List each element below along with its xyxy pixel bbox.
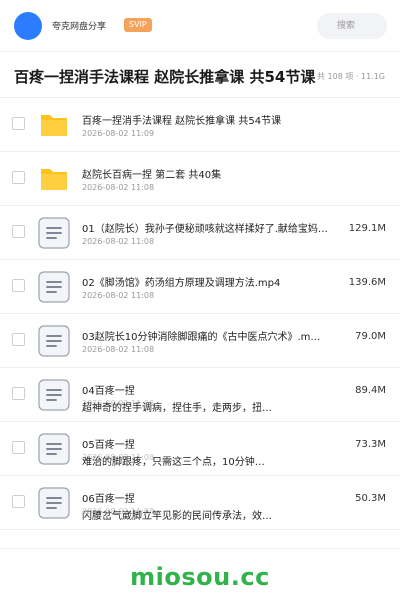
row-checkbox[interactable] <box>12 441 25 454</box>
row-checkbox[interactable] <box>12 279 25 292</box>
row-checkbox[interactable] <box>12 117 25 130</box>
file-size: 50.3M <box>355 493 386 504</box>
list-item[interactable]: 05百疼一捏 2026-08-02 11:08 难治的脚跟疼，只需这三个点，10… <box>0 422 400 476</box>
file-size: 139.6M <box>348 277 386 288</box>
list-item[interactable]: 02《脚汤馆》药汤组方原理及调理方法.mp4 2026-08-02 11:08 … <box>0 260 400 314</box>
document-icon <box>38 433 70 465</box>
file-name-line2: 超神奇的捏手调病，捏住手，走两步，扭… <box>82 403 272 414</box>
file-name: 赵院长百病一捏 第二套 共40集 <box>82 170 222 181</box>
file-name: 06百疼一捏 <box>82 494 135 505</box>
footer: miosou.cc <box>0 548 400 600</box>
sharer-name: 夸克网盘分享 <box>52 22 107 32</box>
folder-icon <box>41 169 67 190</box>
file-name: 04百疼一捏 <box>82 386 135 397</box>
folder-icon <box>41 115 67 136</box>
file-size: 73.3M <box>355 439 386 450</box>
list-item[interactable]: 百疼一捏消手法课程 赵院长推拿课 共54节课 2026-08-02 11:09 <box>0 98 400 152</box>
search-input[interactable]: 搜索 <box>317 13 387 39</box>
file-name-line2: 闪腰岔气崴脚立竿见影的民间传承法，效… <box>82 511 272 522</box>
file-size: 79.0M <box>355 331 386 342</box>
share-meta: 共 108 项 · 11.1G <box>317 72 385 81</box>
row-checkbox[interactable] <box>12 387 25 400</box>
list-item[interactable]: 03赵院长10分钟消除脚跟痛的《古中医点穴术》.m… 2026-08-02 11… <box>0 314 400 368</box>
svip-badge: SVIP <box>124 18 152 32</box>
file-date: 2026-08-02 11:08 <box>82 183 155 192</box>
file-size: 129.1M <box>348 223 386 234</box>
share-title-row: 百疼一捏消手法课程 赵院长推拿课 共54节课 共 108 项 · 11.1G <box>0 52 400 98</box>
document-icon <box>38 217 70 249</box>
row-checkbox[interactable] <box>12 333 25 346</box>
file-date: 2026-08-02 11:09 <box>82 129 155 138</box>
file-name: 02《脚汤馆》药汤组方原理及调理方法.mp4 <box>82 278 281 289</box>
file-name: 03赵院长10分钟消除脚跟痛的《古中医点穴术》.m… <box>82 332 321 343</box>
file-name-line2: 难治的脚跟疼，只需这三个点，10分钟… <box>82 457 265 468</box>
site-watermark: miosou.cc <box>130 563 270 591</box>
document-icon <box>38 271 70 303</box>
document-icon <box>38 379 70 411</box>
document-icon <box>38 325 70 357</box>
avatar[interactable] <box>14 12 42 40</box>
page-title: 百疼一捏消手法课程 赵院长推拿课 共54节课 <box>14 68 316 86</box>
file-list: 百疼一捏消手法课程 赵院长推拿课 共54节课 2026-08-02 11:09 … <box>0 98 400 530</box>
top-bar: 夸克网盘分享 SVIP 搜索 <box>0 0 400 52</box>
file-date: 2026-08-02 11:08 <box>82 345 155 354</box>
list-item[interactable]: 04百疼一捏 2026-08-02 11:08 超神奇的捏手调病，捏住手，走两步… <box>0 368 400 422</box>
row-checkbox[interactable] <box>12 171 25 184</box>
file-name: 01（赵院长）我孙子便秘顽咳就这样揉好了.献给宝妈… <box>82 224 328 235</box>
file-size: 89.4M <box>355 385 386 396</box>
list-item[interactable]: 01（赵院长）我孙子便秘顽咳就这样揉好了.献给宝妈… 2026-08-02 11… <box>0 206 400 260</box>
list-item[interactable]: 赵院长百病一捏 第二套 共40集 2026-08-02 11:08 <box>0 152 400 206</box>
file-date: 2026-08-02 11:08 <box>82 291 155 300</box>
file-name: 05百疼一捏 <box>82 440 135 451</box>
file-date: 2026-08-02 11:08 <box>82 237 155 246</box>
list-item[interactable]: 06百疼一捏 2026-08-02 11:08 闪腰岔气崴脚立竿见影的民间传承法… <box>0 476 400 530</box>
row-checkbox[interactable] <box>12 225 25 238</box>
document-icon <box>38 487 70 519</box>
file-name: 百疼一捏消手法课程 赵院长推拿课 共54节课 <box>82 116 282 127</box>
row-checkbox[interactable] <box>12 495 25 508</box>
